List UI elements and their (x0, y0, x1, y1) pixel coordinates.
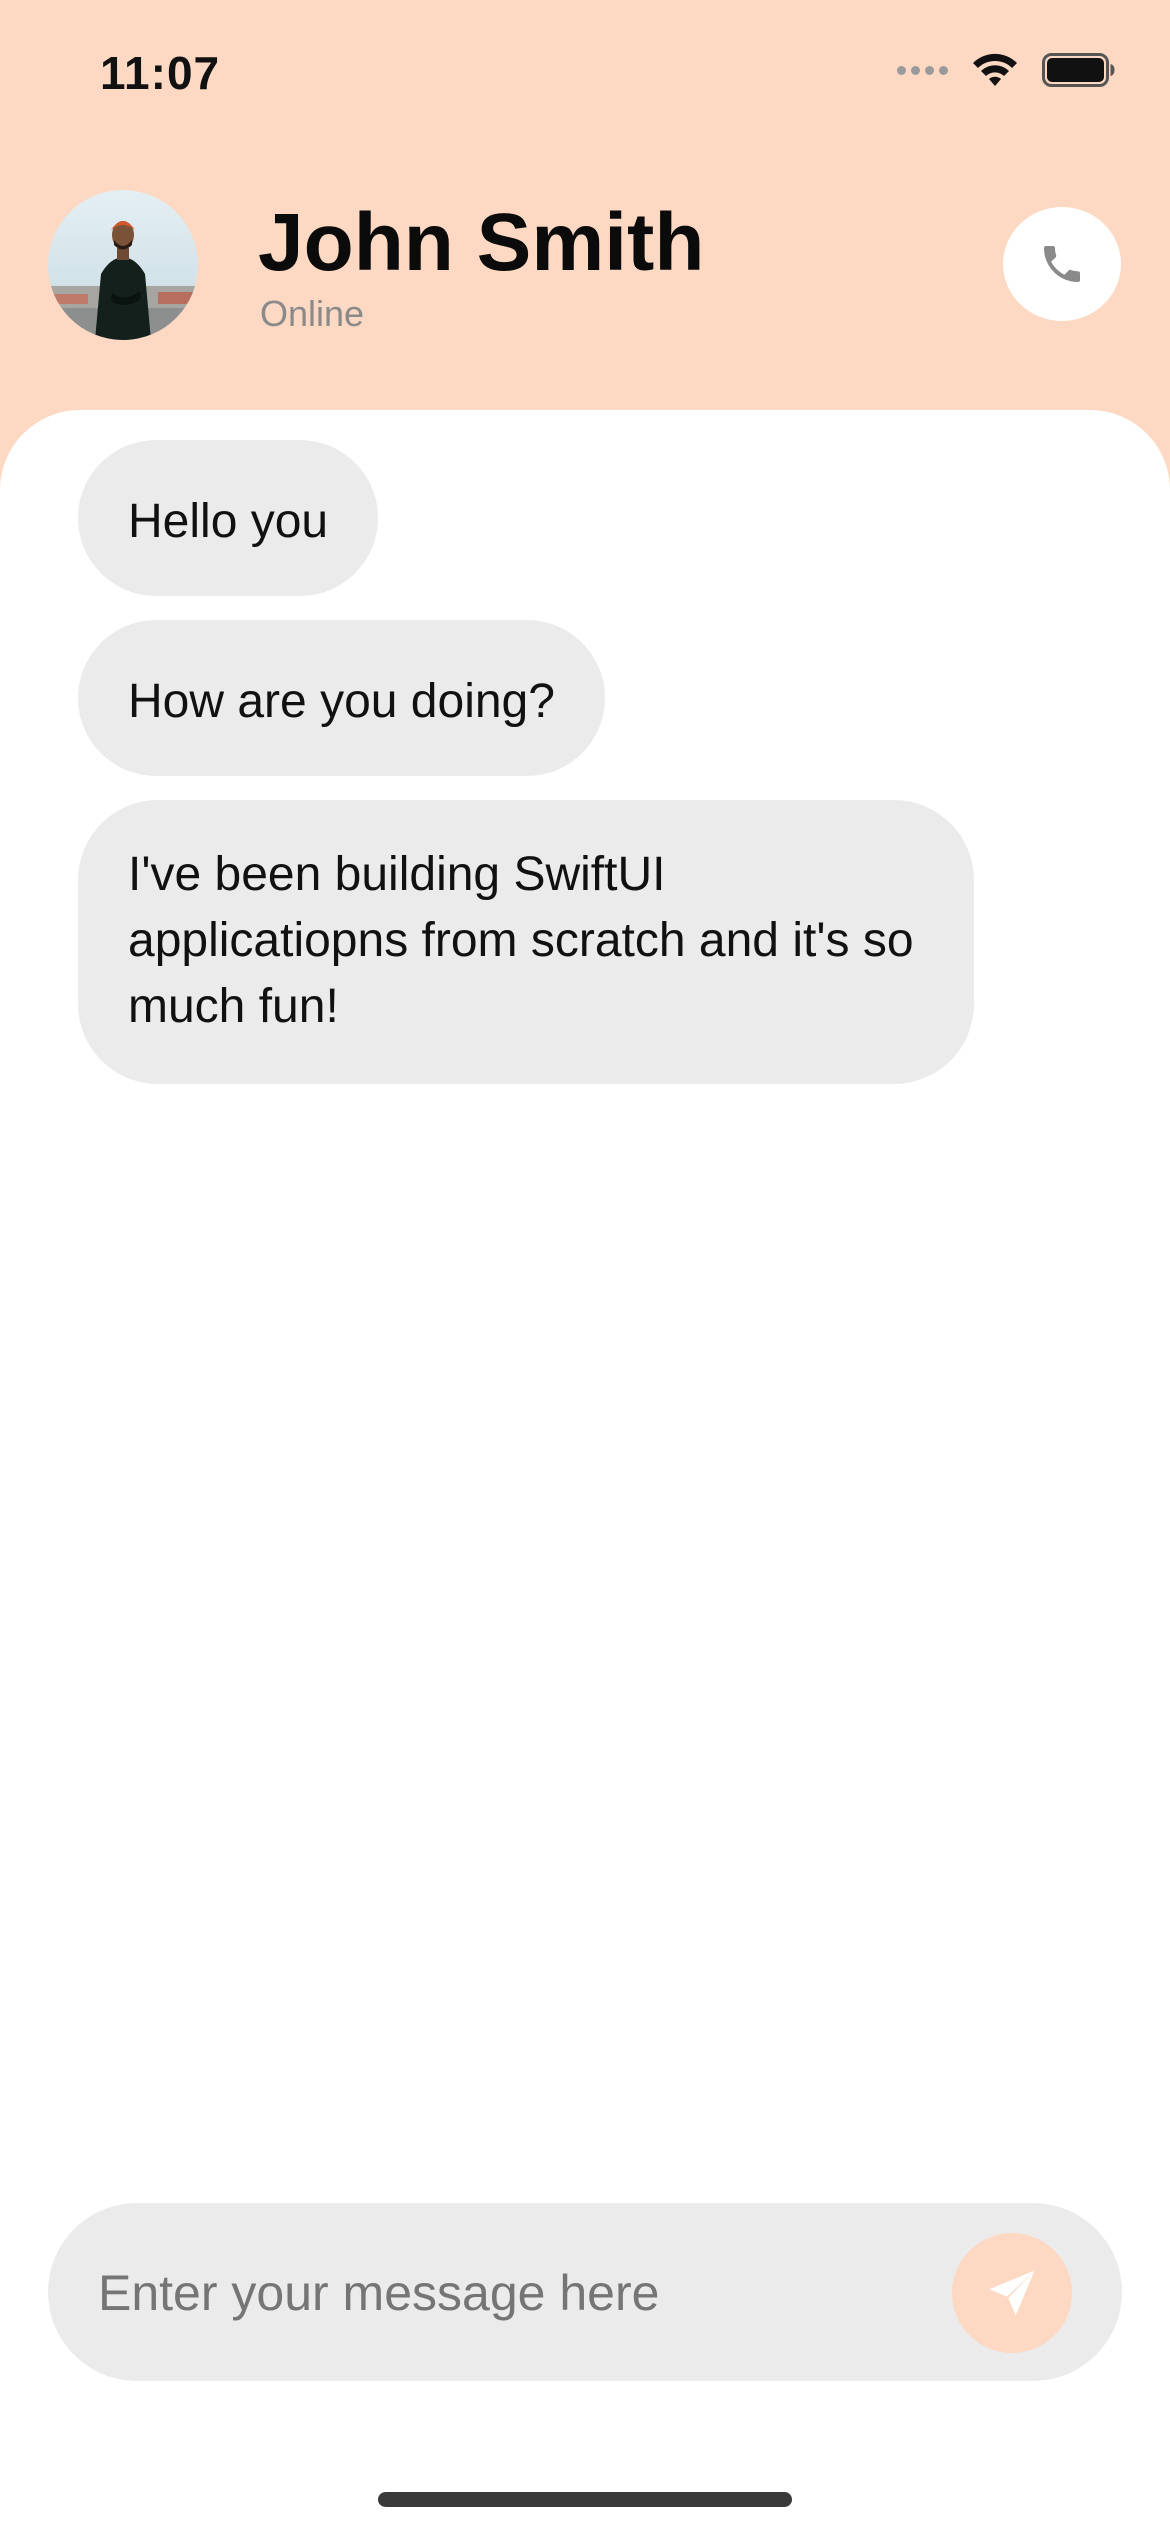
battery-icon (1042, 53, 1115, 87)
message-bubble[interactable]: I've been building SwiftUI applicatiopns… (78, 800, 974, 1084)
contact-name: John Smith (258, 197, 705, 288)
message-input[interactable] (96, 2263, 960, 2323)
avatar-photo-icon (48, 190, 198, 340)
message-list: Hello you How are you doing? I've been b… (78, 440, 974, 1084)
phone-icon (1044, 246, 1080, 282)
message-bubble[interactable]: How are you doing? (78, 620, 605, 776)
avatar[interactable] (48, 190, 198, 340)
status-icons (897, 52, 1116, 88)
call-button[interactable] (1003, 207, 1121, 321)
home-indicator[interactable] (378, 2492, 792, 2507)
cellular-signal-icon (897, 65, 948, 75)
contact-status: Online (260, 293, 365, 334)
status-time: 11:07 (100, 47, 221, 99)
message-composer (48, 2203, 1122, 2381)
message-bubble[interactable]: Hello you (78, 440, 379, 596)
send-icon (989, 2270, 1035, 2316)
wifi-icon (973, 53, 1017, 86)
send-button[interactable] (952, 2233, 1072, 2353)
